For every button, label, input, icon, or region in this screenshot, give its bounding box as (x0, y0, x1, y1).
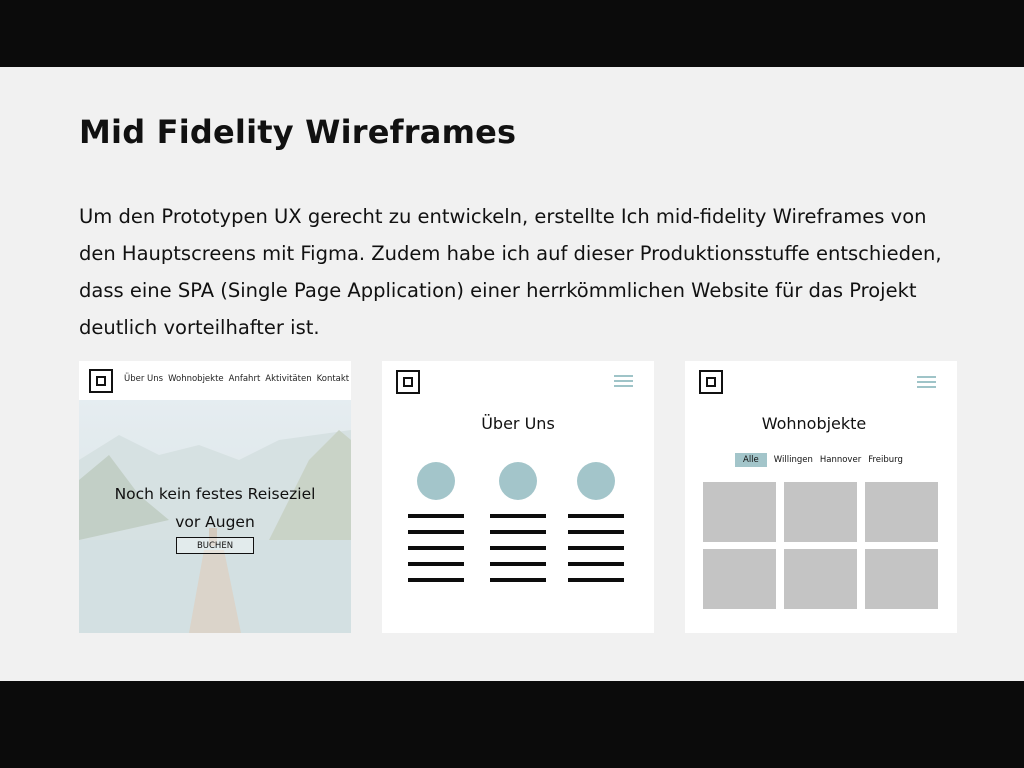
filter-tab-hannover[interactable]: Hannover (820, 454, 861, 466)
listing-card-placeholder[interactable] (865, 482, 938, 542)
about-title: Über Uns (481, 414, 555, 433)
slide-body-text: Um den Prototypen UX gerecht zu entwicke… (79, 205, 942, 339)
nav-item-kontakt[interactable]: Kontakt (317, 374, 350, 384)
hero-headline: Noch kein festes Reiseziel vor Augen (79, 480, 351, 536)
nav-item-wohnobjekte[interactable]: Wohnobjekte (168, 374, 224, 384)
avatar-placeholder (577, 462, 615, 500)
hero-landscape-image: Noch kein festes Reiseziel vor Augen BUC… (79, 400, 351, 633)
avatar-placeholder (499, 462, 537, 500)
logo-icon[interactable] (89, 369, 113, 393)
text-line-placeholder (408, 578, 464, 582)
listings-title: Wohnobjekte (761, 414, 867, 433)
wireframe-about: Über Uns (382, 361, 654, 633)
avatar-placeholder (417, 462, 455, 500)
text-line-placeholder (568, 530, 624, 534)
hero-headline-line-1: Noch kein festes Reiseziel (114, 485, 316, 503)
text-line-placeholder (408, 546, 464, 550)
wireframe-home: Über Uns Wohnobjekte Anfahrt Aktivitäten… (79, 361, 351, 633)
listing-card-placeholder[interactable] (703, 482, 776, 542)
listing-card-placeholder[interactable] (784, 549, 857, 609)
text-line-placeholder (490, 562, 546, 566)
logo-icon[interactable] (396, 370, 420, 394)
letterbox-top (0, 0, 1024, 67)
filter-tab-alle[interactable]: Alle (735, 453, 767, 467)
listing-card-placeholder[interactable] (865, 549, 938, 609)
text-line-placeholder (490, 578, 546, 582)
text-line-placeholder (490, 546, 546, 550)
slide-title: Mid Fidelity Wireframes (79, 113, 517, 151)
hamburger-menu-icon[interactable] (614, 375, 633, 387)
text-line-placeholder (408, 530, 464, 534)
text-line-placeholder (568, 562, 624, 566)
hamburger-menu-icon[interactable] (917, 376, 936, 388)
hero-headline-line-2: vor Augen (175, 513, 255, 531)
wireframe-home-header: Über Uns Wohnobjekte Anfahrt Aktivitäten… (79, 361, 351, 400)
text-line-placeholder (568, 578, 624, 582)
listing-card-placeholder[interactable] (784, 482, 857, 542)
listing-filter-tabs: Alle Willingen Hannover Freiburg (735, 453, 903, 467)
filter-tab-willingen[interactable]: Willingen (774, 454, 813, 466)
wireframe-listings: Wohnobjekte Alle Willingen Hannover Frei… (685, 361, 957, 633)
book-button[interactable]: BUCHEN (176, 537, 254, 554)
text-line-placeholder (490, 514, 546, 518)
nav-item-ueber-uns[interactable]: Über Uns (124, 374, 163, 384)
filter-tab-freiburg[interactable]: Freiburg (868, 454, 903, 466)
text-line-placeholder (568, 546, 624, 550)
listing-card-placeholder[interactable] (703, 549, 776, 609)
text-line-placeholder (568, 514, 624, 518)
text-line-placeholder (490, 530, 546, 534)
nav-item-anfahrt[interactable]: Anfahrt (229, 374, 261, 384)
wireframe-home-nav: Über Uns Wohnobjekte Anfahrt Aktivitäten… (124, 374, 349, 384)
nav-item-aktivitaeten[interactable]: Aktivitäten (265, 374, 311, 384)
text-line-placeholder (408, 514, 464, 518)
slide: Mid Fidelity Wireframes Um den Prototype… (0, 67, 1024, 681)
letterbox-bottom (0, 681, 1024, 768)
logo-icon[interactable] (699, 370, 723, 394)
text-line-placeholder (408, 562, 464, 566)
